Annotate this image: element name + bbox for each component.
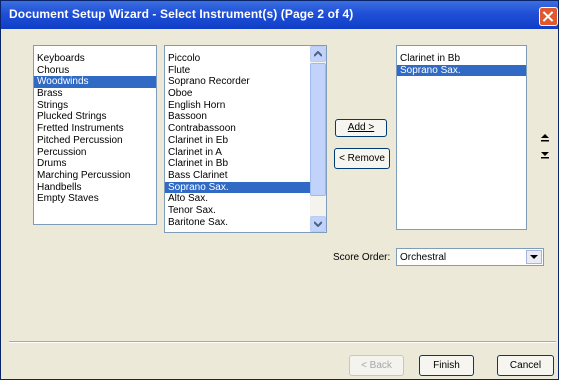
family-list-item[interactable]: Empty Staves — [34, 193, 156, 205]
instrument-list-item[interactable]: English Horn — [165, 100, 326, 112]
scroll-up-button[interactable] — [310, 46, 326, 62]
family-list-item[interactable]: Brass — [34, 88, 156, 100]
family-list-items: Keyboards Chorus Woodwinds Brass Strings Pluc… — [34, 46, 156, 205]
score-order-label: Score Order: — [333, 252, 391, 263]
score-order-value: Orchestral — [400, 252, 447, 263]
move-down-icon — [541, 152, 549, 159]
move-down-button[interactable] — [538, 147, 552, 159]
scroll-down-button[interactable] — [310, 216, 326, 232]
title-bar[interactable]: Document Setup Wizard - Select Instrumen… — [1, 1, 558, 29]
family-list-item[interactable]: Woodwinds — [34, 76, 156, 89]
family-list-item[interactable]: Marching Percussion — [34, 170, 156, 182]
instrument-list-item[interactable]: Baritone Sax. — [165, 217, 326, 229]
chevron-down-icon — [314, 221, 322, 227]
chevron-down-icon — [530, 255, 538, 259]
instrument-list-item[interactable]: Bass Clarinet — [165, 170, 326, 182]
remove-button-label: < Remove — [339, 153, 385, 164]
instrument-list-item[interactable]: Soprano Recorder — [165, 76, 326, 88]
instrument-list-item[interactable]: Clarinet in A — [165, 147, 326, 159]
score-order-select[interactable]: Orchestral — [396, 248, 544, 266]
instrument-list-item[interactable]: Soprano Sax. — [165, 181, 326, 194]
selected-instrument-items: Clarinet in Bb Soprano Sax. — [397, 46, 526, 77]
move-up-button[interactable] — [538, 130, 552, 142]
score-order-dropdown-button[interactable] — [526, 250, 542, 264]
family-list-item[interactable]: Plucked Strings — [34, 111, 156, 123]
instrument-list-item[interactable]: Alto Sax. — [165, 193, 326, 205]
family-list-item[interactable]: Chorus — [34, 65, 156, 77]
family-list-item[interactable]: Pitched Percussion — [34, 135, 156, 147]
family-listbox[interactable]: Keyboards Chorus Woodwinds Brass Strings Pluc… — [33, 45, 157, 225]
instrument-listbox[interactable]: Piccolo Flute Soprano Recorder Oboe English … — [164, 45, 327, 233]
family-list-item[interactable]: Fretted Instruments — [34, 123, 156, 135]
back-button-label: < Back — [361, 360, 392, 371]
selected-instruments-listbox[interactable]: Clarinet in Bb Soprano Sax. — [396, 45, 527, 230]
cancel-button-label: Cancel — [509, 360, 542, 371]
instrument-list-item[interactable]: Flute — [165, 65, 326, 77]
instrument-scrollbar[interactable] — [310, 46, 326, 232]
instrument-list-item[interactable]: Bassoon — [165, 111, 326, 123]
close-button[interactable] — [539, 7, 558, 26]
chevron-up-icon — [314, 51, 322, 57]
family-list-item[interactable]: Drums — [34, 158, 156, 170]
family-list-item[interactable]: Percussion — [34, 147, 156, 159]
selected-instrument-item[interactable]: Soprano Sax. — [397, 64, 526, 77]
instrument-list-items: Piccolo Flute Soprano Recorder Oboe English … — [165, 46, 326, 228]
instrument-list-item[interactable]: Clarinet in Bb — [165, 158, 326, 170]
finish-button[interactable]: Finish — [419, 355, 474, 376]
dialog-window: Document Setup Wizard - Select Instrumen… — [0, 0, 559, 380]
add-button[interactable]: Add > — [335, 119, 387, 137]
finish-button-label: Finish — [433, 360, 460, 371]
family-list-item[interactable]: Handbells — [34, 182, 156, 194]
remove-button[interactable]: < Remove — [334, 148, 390, 169]
scroll-thumb[interactable] — [310, 63, 326, 196]
back-button[interactable]: < Back — [349, 355, 404, 376]
selected-instrument-item[interactable]: Clarinet in Bb — [397, 53, 526, 65]
instrument-list-item[interactable]: Clarinet in Eb — [165, 135, 326, 147]
separator — [9, 341, 556, 343]
instrument-list-item[interactable]: Oboe — [165, 88, 326, 100]
instrument-list-item[interactable]: Tenor Sax. — [165, 205, 326, 217]
cancel-button[interactable]: Cancel — [497, 355, 554, 376]
window-title: Document Setup Wizard - Select Instrumen… — [9, 7, 354, 21]
family-list-item[interactable]: Keyboards — [34, 53, 156, 65]
instrument-list-item[interactable]: Contrabassoon — [165, 123, 326, 135]
instrument-list-item[interactable]: Piccolo — [165, 53, 326, 65]
add-button-label: Add > — [347, 122, 375, 133]
family-list-item[interactable]: Strings — [34, 100, 156, 112]
move-up-icon — [541, 134, 549, 142]
